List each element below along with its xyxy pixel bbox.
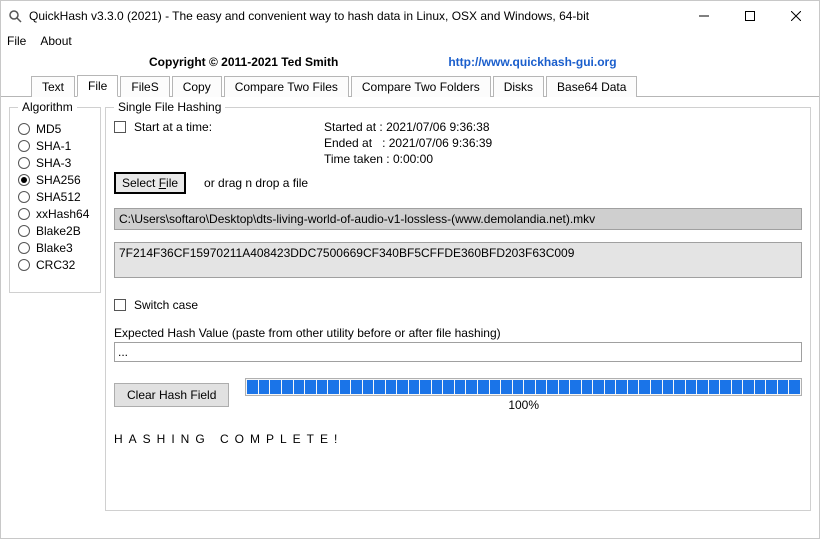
algo-radio-sha256[interactable]: SHA256 bbox=[18, 173, 92, 187]
algo-label: SHA-1 bbox=[36, 139, 71, 153]
algo-label: xxHash64 bbox=[36, 207, 89, 221]
clear-hash-button[interactable]: Clear Hash Field bbox=[114, 383, 229, 407]
tab-base64[interactable]: Base64 Data bbox=[546, 76, 637, 97]
algo-radio-blake2b[interactable]: Blake2B bbox=[18, 224, 92, 238]
radio-icon bbox=[18, 225, 30, 237]
website-link[interactable]: http://www.quickhash-gui.org bbox=[448, 55, 616, 69]
close-button[interactable] bbox=[773, 1, 819, 31]
tab-files[interactable]: FileS bbox=[120, 76, 169, 97]
algo-label: SHA256 bbox=[36, 173, 81, 187]
algo-label: CRC32 bbox=[36, 258, 75, 272]
minimize-button[interactable] bbox=[681, 1, 727, 31]
menubar: File About bbox=[1, 31, 819, 51]
status-text: HASHING COMPLETE! bbox=[114, 432, 802, 446]
radio-icon bbox=[18, 208, 30, 220]
switch-case-label: Switch case bbox=[134, 298, 198, 312]
algo-radio-blake3[interactable]: Blake3 bbox=[18, 241, 92, 255]
algo-label: SHA512 bbox=[36, 190, 81, 204]
switch-case-checkbox[interactable] bbox=[114, 299, 126, 311]
started-value: 2021/07/06 9:36:38 bbox=[386, 120, 489, 134]
started-label: Started at bbox=[324, 120, 376, 134]
algo-radio-md5[interactable]: MD5 bbox=[18, 122, 92, 136]
algo-radio-xxhash64[interactable]: xxHash64 bbox=[18, 207, 92, 221]
time-taken-value: 0:00:00 bbox=[393, 152, 433, 166]
algorithm-legend: Algorithm bbox=[18, 100, 77, 114]
radio-icon bbox=[18, 174, 30, 186]
panel-legend: Single File Hashing bbox=[114, 100, 225, 114]
copyright-text: Copyright © 2011-2021 Ted Smith bbox=[149, 55, 338, 69]
progress-percent: 100% bbox=[508, 398, 539, 412]
progress-bar bbox=[245, 378, 802, 396]
algo-radio-sha-1[interactable]: SHA-1 bbox=[18, 139, 92, 153]
menu-about[interactable]: About bbox=[40, 34, 71, 48]
drag-hint: or drag n drop a file bbox=[204, 176, 308, 190]
start-at-time-checkbox[interactable] bbox=[114, 121, 126, 133]
expected-hash-label: Expected Hash Value (paste from other ut… bbox=[114, 326, 802, 340]
timing-info: Started at : 2021/07/06 9:36:38 Ended at… bbox=[324, 120, 492, 166]
tab-file[interactable]: File bbox=[77, 75, 118, 97]
radio-icon bbox=[18, 140, 30, 152]
expected-hash-input[interactable] bbox=[114, 342, 802, 362]
algo-radio-sha512[interactable]: SHA512 bbox=[18, 190, 92, 204]
radio-icon bbox=[18, 191, 30, 203]
menu-file[interactable]: File bbox=[7, 34, 26, 48]
start-at-time-label: Start at a time: bbox=[134, 120, 212, 134]
tab-compare-folders[interactable]: Compare Two Folders bbox=[351, 76, 491, 97]
ended-label: Ended at bbox=[324, 136, 372, 150]
file-path-field[interactable]: C:\Users\softaro\Desktop\dts-living-worl… bbox=[114, 208, 802, 230]
tab-bar: Text File FileS Copy Compare Two Files C… bbox=[1, 75, 819, 97]
select-file-button[interactable]: Select File bbox=[114, 172, 186, 194]
algo-label: MD5 bbox=[36, 122, 61, 136]
radio-icon bbox=[18, 157, 30, 169]
algo-radio-sha-3[interactable]: SHA-3 bbox=[18, 156, 92, 170]
app-icon bbox=[7, 8, 23, 24]
titlebar: QuickHash v3.3.0 (2021) - The easy and c… bbox=[1, 1, 819, 31]
time-taken-label: Time taken bbox=[324, 152, 383, 166]
tab-compare-files[interactable]: Compare Two Files bbox=[224, 76, 349, 97]
maximize-button[interactable] bbox=[727, 1, 773, 31]
progress-area: 100% bbox=[245, 378, 802, 412]
hash-result-field[interactable]: 7F214F36CF15970211A408423DDC7500669CF340… bbox=[114, 242, 802, 278]
algorithm-group: Algorithm MD5SHA-1SHA-3SHA256SHA512xxHas… bbox=[9, 107, 101, 293]
tab-text[interactable]: Text bbox=[31, 76, 75, 97]
radio-icon bbox=[18, 242, 30, 254]
tab-disks[interactable]: Disks bbox=[493, 76, 544, 97]
algo-label: Blake3 bbox=[36, 241, 73, 255]
algo-label: Blake2B bbox=[36, 224, 81, 238]
algo-radio-crc32[interactable]: CRC32 bbox=[18, 258, 92, 272]
ended-value: 2021/07/06 9:36:39 bbox=[389, 136, 492, 150]
radio-icon bbox=[18, 259, 30, 271]
window-title: QuickHash v3.3.0 (2021) - The easy and c… bbox=[29, 9, 681, 23]
algo-label: SHA-3 bbox=[36, 156, 71, 170]
single-file-hashing-group: Single File Hashing Start at a time: Sta… bbox=[105, 107, 811, 511]
radio-icon bbox=[18, 123, 30, 135]
header-row: Copyright © 2011-2021 Ted Smith http://w… bbox=[1, 51, 819, 75]
tab-copy[interactable]: Copy bbox=[172, 76, 222, 97]
